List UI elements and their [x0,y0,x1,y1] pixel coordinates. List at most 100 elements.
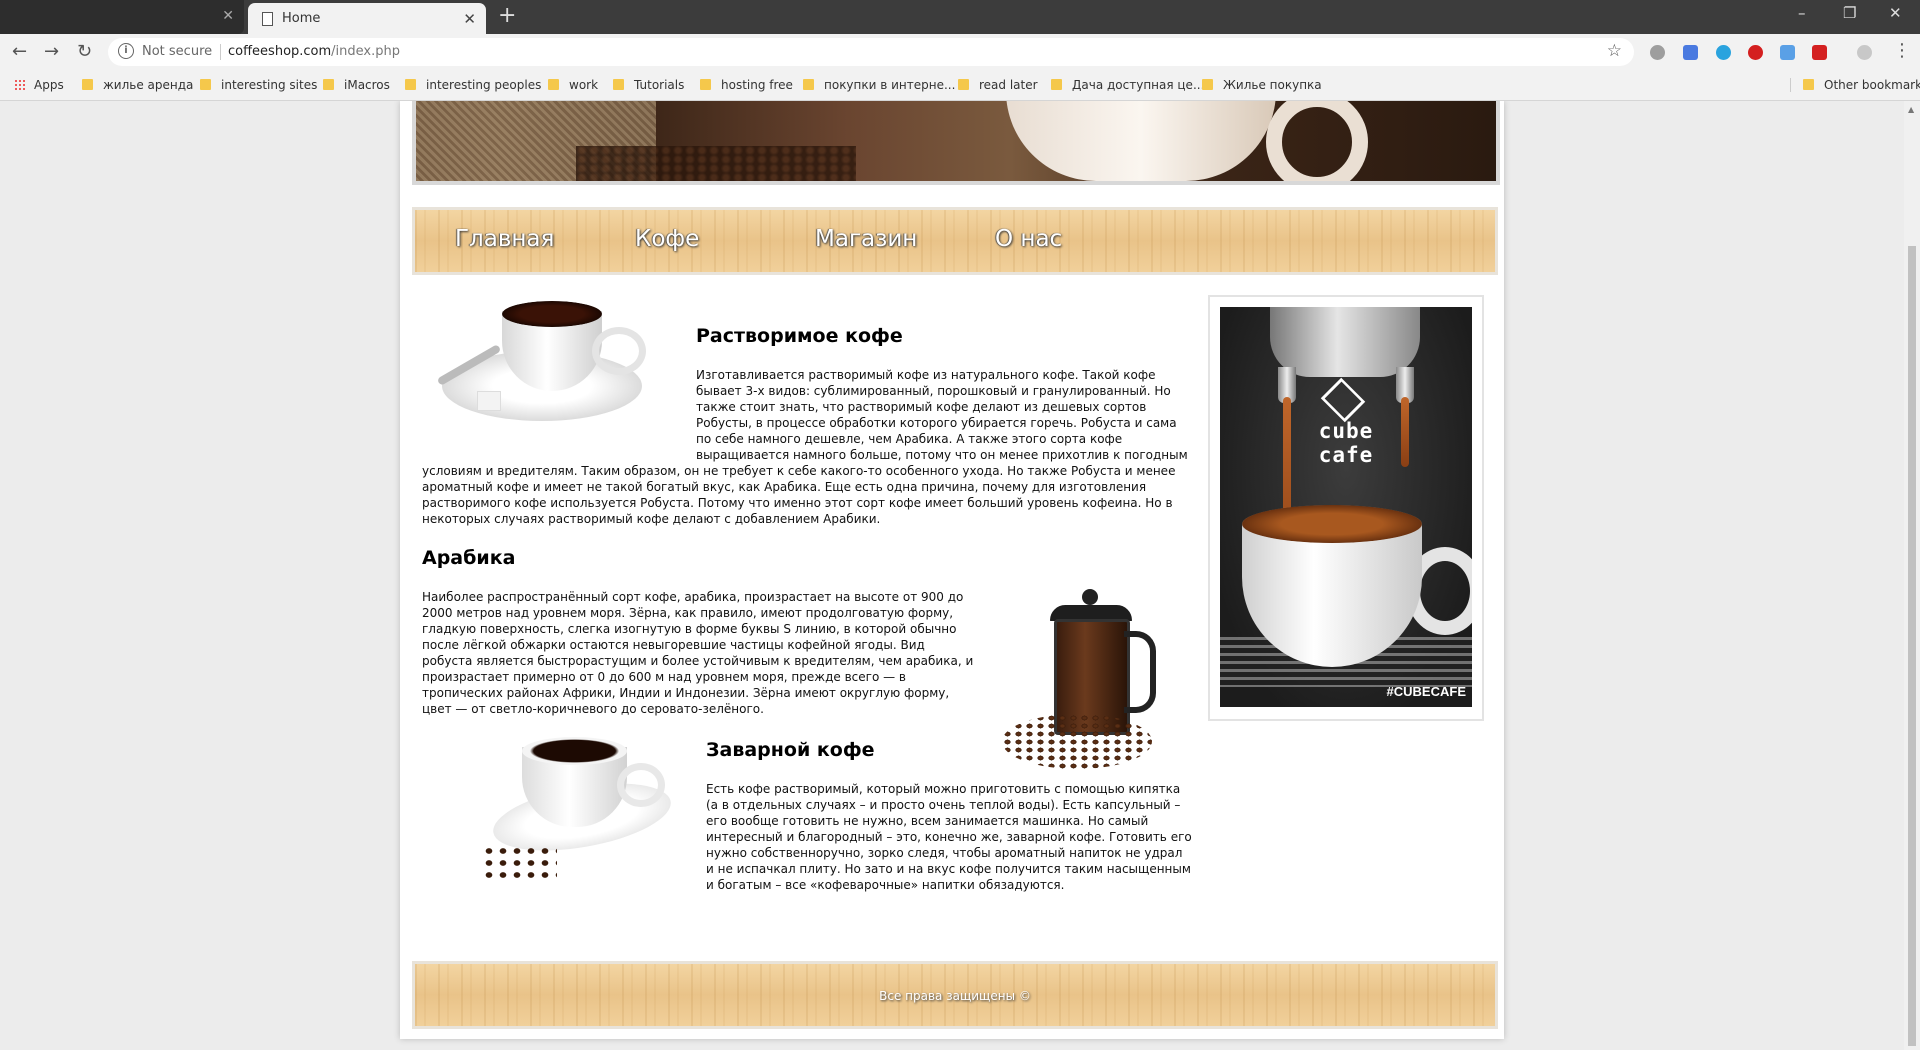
reload-icon[interactable]: ↻ [77,41,92,62]
nav-home[interactable]: Главная [455,226,554,252]
back-icon[interactable]: ← [12,41,27,62]
profile-icon[interactable] [1857,45,1872,60]
folder-icon [405,79,416,90]
press-knob-shape [1082,589,1098,605]
forward-icon[interactable]: → [44,41,59,62]
close-tab-icon[interactable]: ✕ [222,8,234,24]
bookmark-folder[interactable]: read later [958,78,1038,92]
scrollbar-thumb[interactable] [1908,246,1916,1046]
coffee-beans-image [576,146,856,181]
previous-tab[interactable]: ✕ [0,0,244,34]
bookmark-folder[interactable]: жилье аренда [82,78,193,92]
url-text[interactable]: coffeeshop.com/index.php [228,44,400,59]
bookmark-label: hosting free [721,78,793,92]
nav-shop[interactable]: Магазин [815,226,917,252]
bookmark-label: interesting sites [221,78,318,92]
telegram-extension-icon[interactable] [1716,45,1731,60]
tab-title: Home [282,11,321,26]
opera-extension-icon[interactable] [1748,45,1763,60]
info-icon[interactable]: i [118,43,134,59]
new-tab-button[interactable]: + [498,3,516,28]
bookmark-folder[interactable]: Дача доступная це... [1051,78,1204,92]
imacros-extension-icon[interactable] [1780,45,1795,60]
bookmark-label: interesting peoples [426,78,542,92]
bookmark-folder[interactable]: iMacros [323,78,390,92]
french-press-image [992,579,1192,779]
nav-coffee[interactable]: Кофе [635,226,699,252]
copyright-text: Все права защищены © [879,989,1031,1003]
bookmark-label: жилье аренда [103,78,194,92]
main-nav: Главная Кофе Магазин О нас [412,207,1498,275]
browser-toolbar: ← → ↻ i Not secure coffeeshop.com/index.… [0,34,1920,70]
cup-handle-shape [617,763,665,807]
divider [220,44,221,60]
folder-icon [323,79,334,90]
coffee-surface-shape [522,737,627,765]
bookmarks-bar: Apps жилье аренда interesting sites iMac… [0,70,1920,101]
nav-about[interactable]: О нас [995,226,1062,252]
main-content: Растворимое кофе Изготавливается раствор… [422,291,1192,893]
cup-image [1006,101,1276,181]
globe-extension-icon[interactable] [1650,45,1665,60]
page-scrollbar[interactable]: ▲ [1904,101,1920,1050]
bookmark-apps[interactable]: Apps [14,78,64,92]
poster-brand: cube cafe [1220,419,1472,467]
bookmark-star-icon[interactable]: ☆ [1607,41,1622,61]
bookmark-folder[interactable]: interesting peoples [405,78,541,92]
sugar-cube-shape [477,391,501,411]
folder-icon [548,79,559,90]
coffee-surface-shape [502,301,602,327]
page-viewport: Главная Кофе Магазин О нас Растворимое к… [0,101,1904,1050]
other-bookmarks[interactable]: Other bookmarks [1790,78,1920,92]
bookmark-label: iMacros [344,78,390,92]
url-host: coffeeshop.com [228,44,332,59]
bookmark-label: Жилье покупка [1223,78,1322,92]
instant-coffee-image [422,291,672,456]
address-bar[interactable]: i Not secure coffeeshop.com/index.php ☆ [108,38,1634,66]
folder-icon [958,79,969,90]
close-window-icon[interactable]: ✕ [1889,4,1902,22]
bookmark-folder[interactable]: work [548,78,598,92]
bookmark-label: Tutorials [634,78,685,92]
cube-cafe-poster[interactable]: cube cafe #CUBECAFE [1220,307,1472,707]
coffee-beans-shape [1002,714,1152,769]
bookmark-label: Дача доступная це... [1072,78,1205,92]
bookmark-label: work [569,78,599,92]
video-extension-icon[interactable] [1812,45,1827,60]
folder-icon [803,79,814,90]
folder-icon [1803,79,1814,90]
poster-hashtag: #CUBECAFE [1386,684,1466,699]
scroll-up-icon[interactable]: ▲ [1908,105,1914,114]
menu-icon[interactable]: ⋮ [1893,40,1911,61]
close-tab-icon[interactable]: ✕ [463,10,476,28]
restore-icon[interactable]: ❐ [1843,4,1856,22]
brand-line: cube [1318,419,1374,443]
url-path: /index.php [331,44,400,59]
article-title: Арабика [422,547,516,569]
translate-extension-icon[interactable] [1683,45,1698,60]
site-container: Главная Кофе Магазин О нас Растворимое к… [400,101,1504,1039]
active-tab[interactable]: Home ✕ [248,3,486,34]
crema-shape [1242,505,1422,543]
folder-icon [1202,79,1213,90]
bookmark-folder[interactable]: interesting sites [200,78,317,92]
security-label: Not secure [142,44,213,59]
bookmark-label: Other bookmarks [1824,78,1920,92]
sidebar-ad: cube cafe #CUBECAFE [1208,295,1484,721]
bookmark-folder[interactable]: Жилье покупка [1202,78,1322,92]
bookmark-folder[interactable]: Tutorials [613,78,684,92]
header-banner-image [412,101,1500,185]
cup-handle-shape [592,327,646,375]
page-footer: Все права защищены © [412,961,1498,1029]
bookmark-folder[interactable]: покупки в интерне... [803,78,955,92]
bookmark-folder[interactable]: hosting free [700,78,793,92]
brand-line: cafe [1318,443,1374,467]
folder-icon [200,79,211,90]
folder-icon [82,79,93,90]
minimize-icon[interactable]: – [1798,4,1806,22]
cup-handle-image [1266,101,1368,181]
bookmark-label: Apps [34,78,64,92]
dice-logo-icon [1320,377,1366,423]
brewed-coffee-image [482,727,682,887]
coffee-beans-shape [482,845,557,881]
